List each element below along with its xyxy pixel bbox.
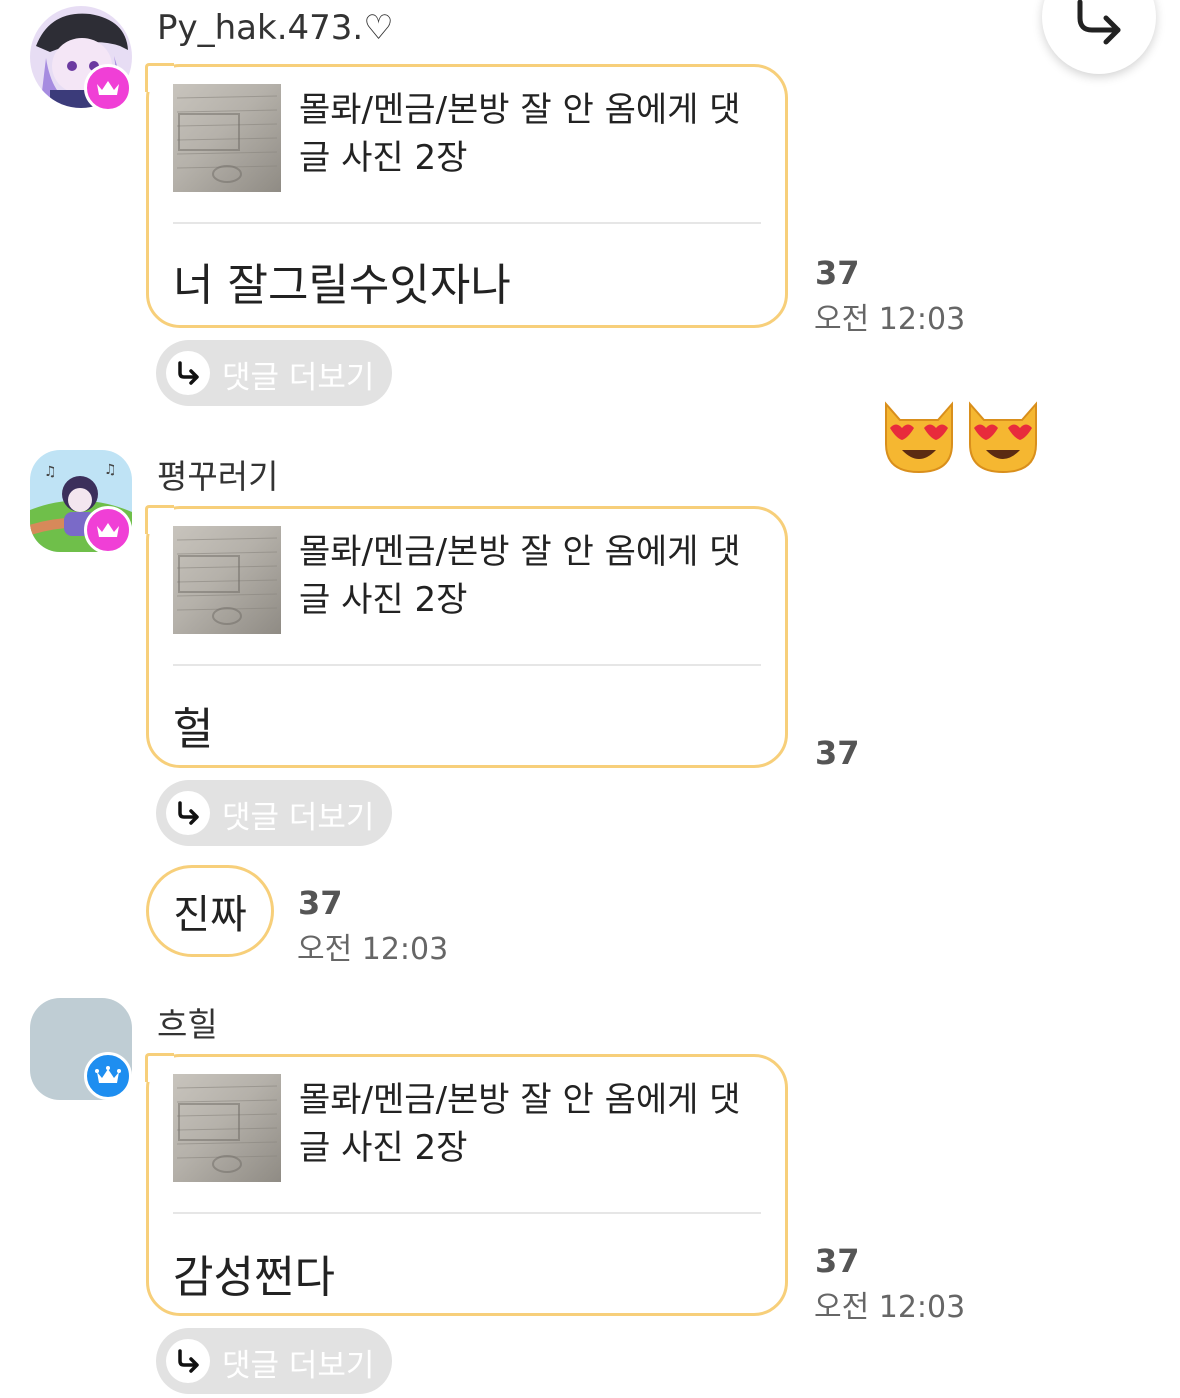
crown-icon — [97, 523, 119, 537]
divider — [173, 1212, 761, 1214]
more-replies-label: 댓글 더보기 — [222, 1348, 375, 1384]
comment-bubble[interactable]: 몰롸/멘금/본방 잘 안 옴에게 댓글 사진 2장 감성쩐다 — [145, 1053, 788, 1316]
post-thumbnail — [173, 84, 281, 192]
post-thumbnail — [173, 526, 281, 634]
username[interactable]: 평꾸러기 — [157, 450, 278, 498]
reaction-emoji: 😻😻 — [876, 392, 1044, 476]
comment-text: 헐 — [173, 704, 214, 755]
reply-arrow-icon — [1077, 0, 1121, 45]
quoted-post-title: 몰롸/멘금/본방 잘 안 옴에게 댓글 사진 2장 — [299, 1080, 741, 1168]
timestamp: 오전 12:03 — [297, 932, 449, 967]
message-bubble[interactable]: 진짜 — [146, 865, 274, 957]
crown-badge — [84, 506, 132, 554]
svg-text:♫: ♫ — [104, 462, 117, 478]
more-replies-button[interactable]: 댓글 더보기 — [156, 340, 392, 406]
heart-eyes-cat-icon — [885, 401, 1037, 474]
reply-arrow-icon — [166, 351, 210, 395]
reader-count: 37 — [815, 734, 860, 772]
divider — [173, 222, 761, 224]
svg-text:♫: ♫ — [44, 464, 57, 480]
quoted-post-title: 몰롸/멘금/본방 잘 안 옴에게 댓글 사진 2장 — [299, 532, 741, 620]
divider — [173, 664, 761, 666]
username[interactable]: Py_hak.473.♡ — [157, 8, 394, 48]
crown-badge — [84, 64, 132, 112]
more-replies-label: 댓글 더보기 — [222, 800, 375, 836]
post-thumbnail — [173, 1074, 281, 1182]
timestamp: 오전 12:03 — [814, 302, 966, 337]
reader-count: 37 — [298, 884, 343, 922]
comment-bubble[interactable]: 몰롸/멘금/본방 잘 안 옴에게 댓글 사진 2장 헐 — [145, 505, 788, 768]
comment-text: 너 잘그릴수잇자나 — [173, 260, 511, 311]
share-button[interactable] — [1042, 0, 1156, 74]
reply-arrow-icon — [166, 1339, 210, 1383]
more-replies-button[interactable]: 댓글 더보기 — [156, 1328, 392, 1394]
quoted-post-title: 몰롸/멘금/본방 잘 안 옴에게 댓글 사진 2장 — [299, 90, 741, 178]
reader-count: 37 — [815, 1242, 860, 1280]
reader-count: 37 — [815, 254, 860, 292]
quoted-post[interactable]: 몰롸/멘금/본방 잘 안 옴에게 댓글 사진 2장 — [173, 84, 767, 194]
crown-badge — [84, 1052, 132, 1100]
crown-icon — [97, 81, 119, 95]
username[interactable]: 흐힐 — [157, 998, 218, 1046]
message-text: 진짜 — [173, 892, 247, 938]
more-replies-button[interactable]: 댓글 더보기 — [156, 780, 392, 846]
comment-text: 감성쩐다 — [173, 1252, 335, 1303]
timestamp: 오전 12:03 — [814, 1290, 966, 1325]
crown-icon — [95, 1066, 121, 1083]
quoted-post[interactable]: 몰롸/멘금/본방 잘 안 옴에게 댓글 사진 2장 — [173, 1074, 767, 1184]
quoted-post[interactable]: 몰롸/멘금/본방 잘 안 옴에게 댓글 사진 2장 — [173, 526, 767, 636]
more-replies-label: 댓글 더보기 — [222, 360, 375, 396]
comment-bubble[interactable]: 몰롸/멘금/본방 잘 안 옴에게 댓글 사진 2장 너 잘그릴수잇자나 — [145, 63, 788, 328]
reply-arrow-icon — [166, 791, 210, 835]
